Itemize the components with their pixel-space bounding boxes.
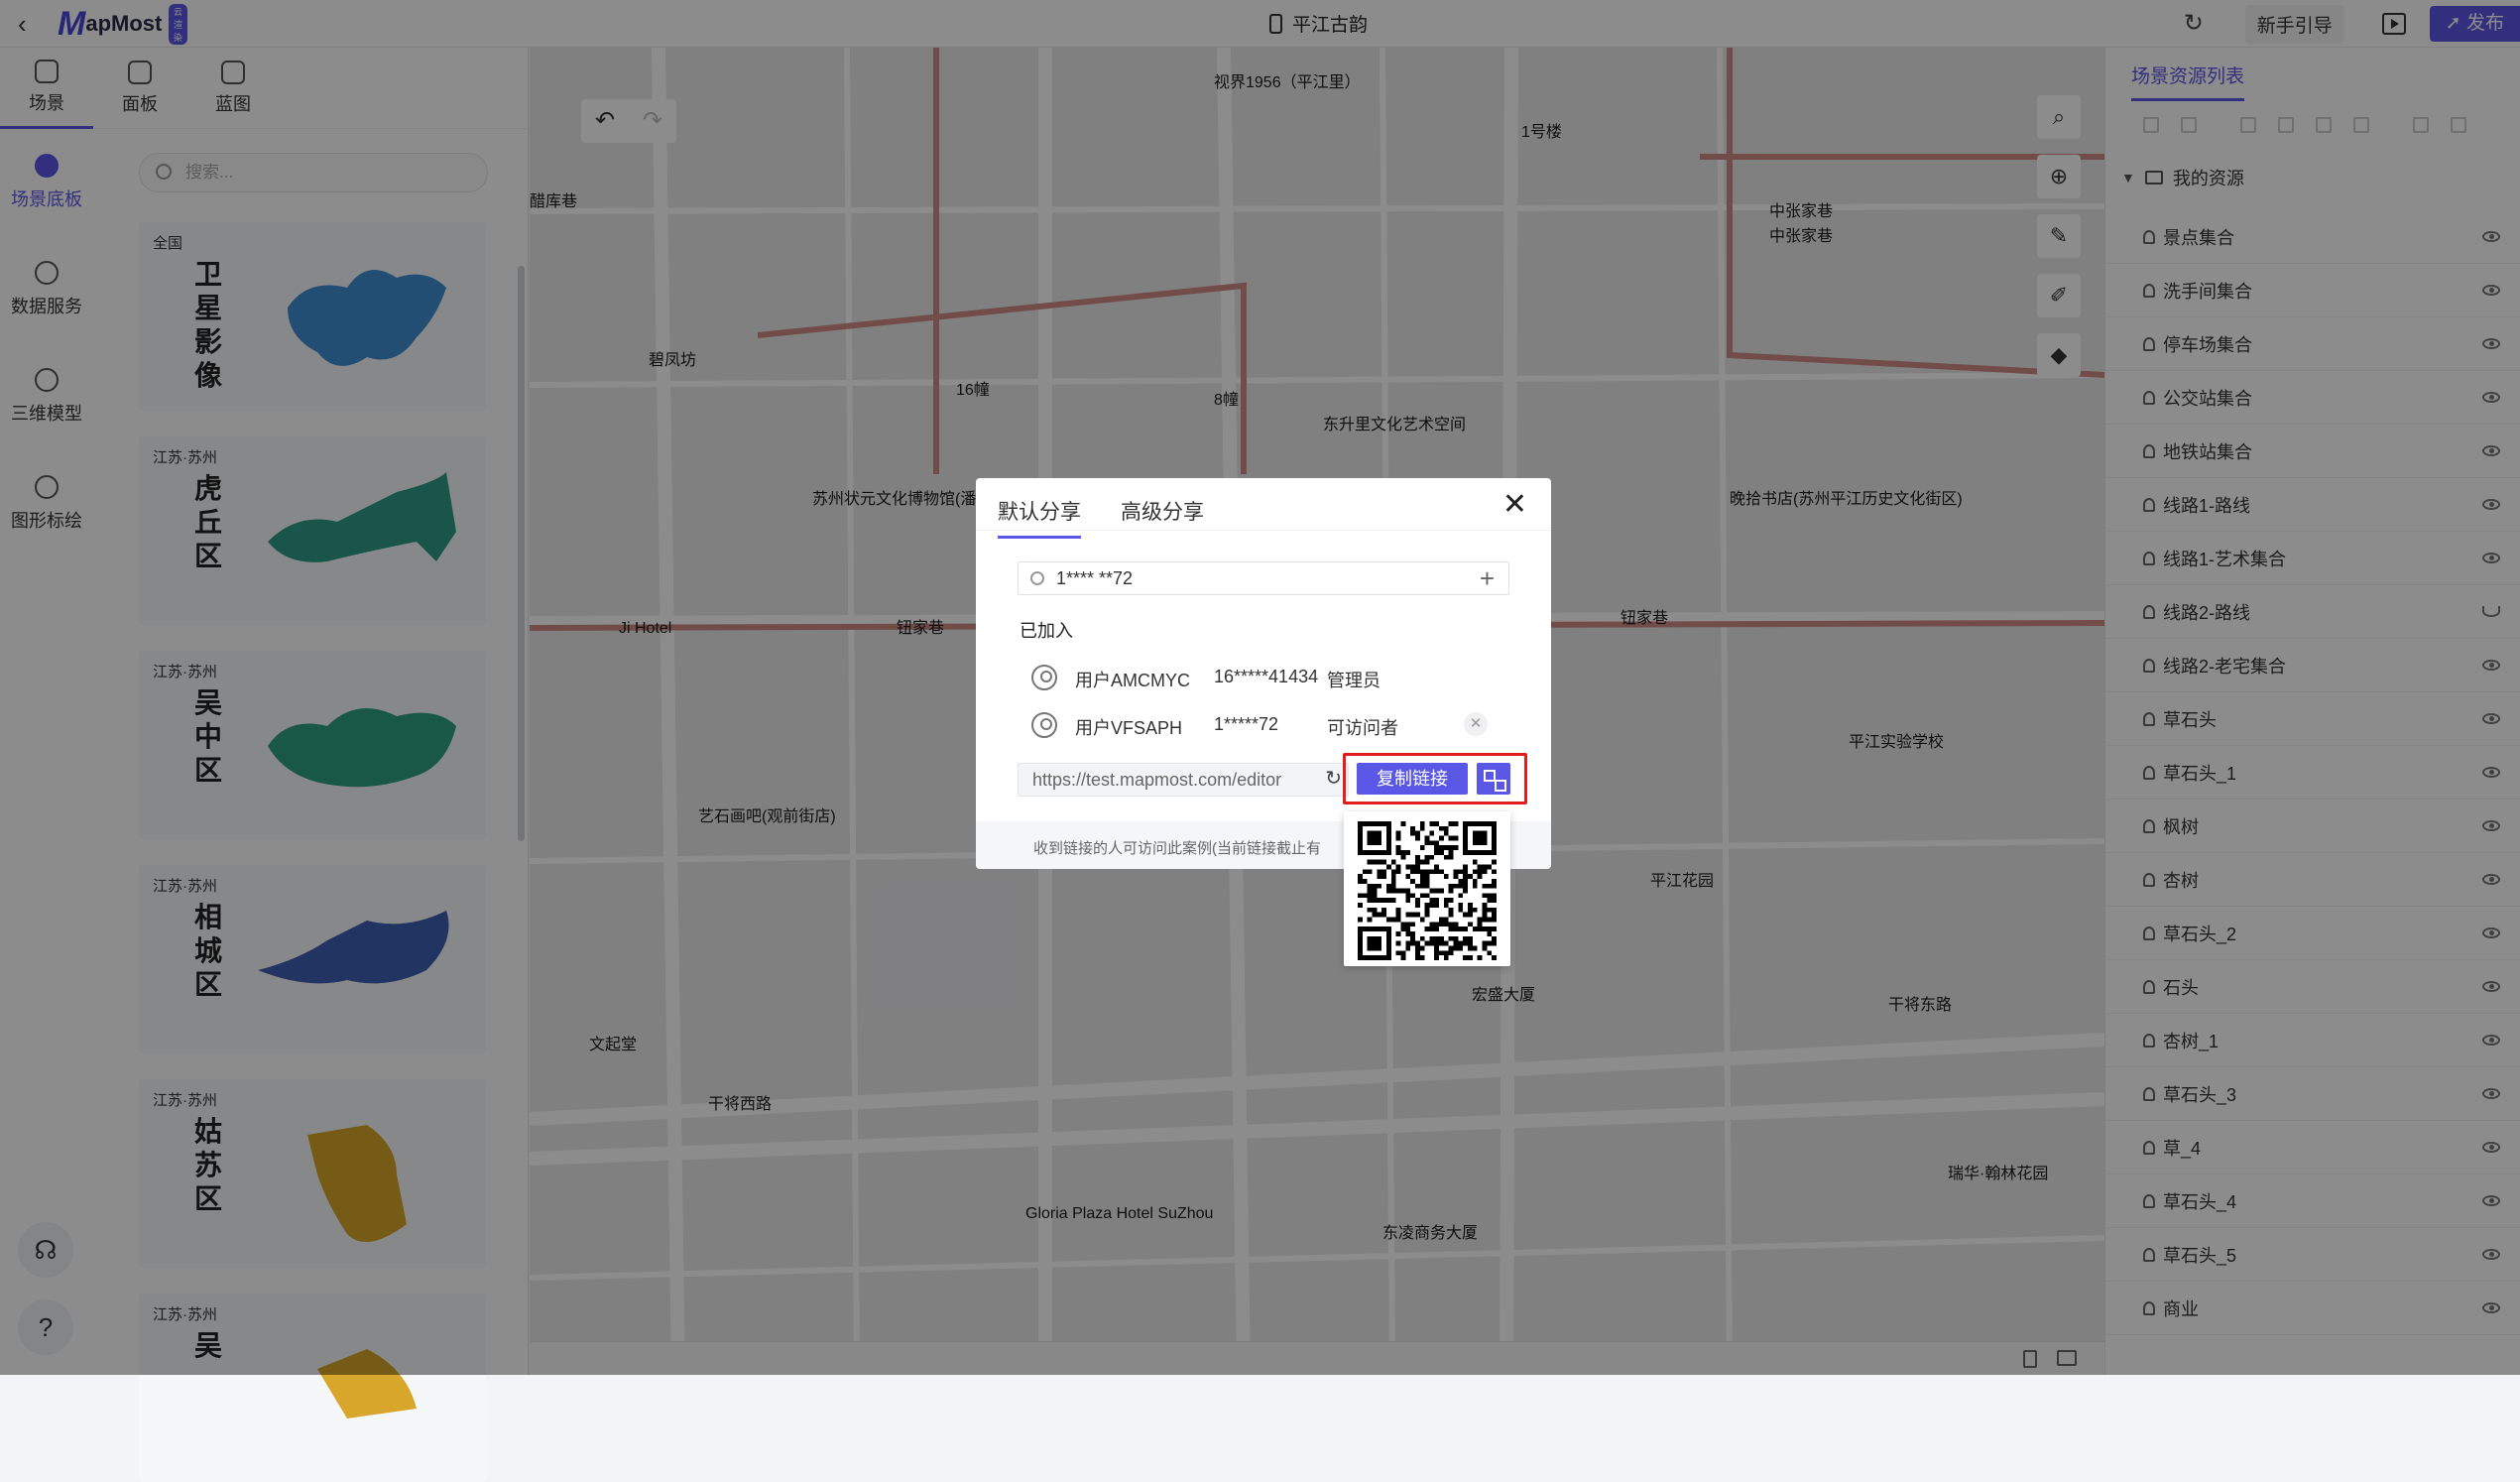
member-row: 用户VFSAPH 1*****72 可访问者 ✕ <box>1031 710 1527 740</box>
member-name: 用户VFSAPH <box>1075 718 1183 738</box>
member-row: 用户AMCMYC 16*****41434 管理员 <box>1031 663 1527 692</box>
user-avatar-icon <box>1031 665 1057 690</box>
qrcode-image <box>1358 821 1497 960</box>
close-icon[interactable]: ✕ <box>1502 490 1527 520</box>
refresh-link-icon[interactable]: ↻ <box>1325 766 1342 791</box>
tab-advanced-share[interactable]: 高级分享 <box>1121 488 1204 539</box>
share-dialog: 默认分享 高级分享 ✕ + 已加入 用户AMCMYC 16*****41434 … <box>976 478 1551 869</box>
share-tabs: 默认分享 高级分享 <box>998 488 1204 539</box>
joined-label: 已加入 <box>1020 621 1073 641</box>
member-phone: 16*****41434 <box>1214 667 1319 686</box>
member-phone: 1*****72 <box>1214 714 1279 734</box>
tab-default-share[interactable]: 默认分享 <box>998 488 1081 539</box>
footer-text: 收到链接的人可访问此案例(当前链接截止有 <box>1033 840 1321 857</box>
qrcode-icon[interactable] <box>1477 763 1510 795</box>
divider <box>976 530 1551 531</box>
member-role[interactable]: 可访问者 <box>1327 714 1398 740</box>
share-link-input[interactable] <box>1032 764 1310 796</box>
user-search-input[interactable] <box>1056 562 1453 594</box>
copy-link-button[interactable]: 复制链接 <box>1357 763 1468 795</box>
search-icon <box>1030 571 1044 585</box>
member-name: 用户AMCMYC <box>1075 671 1190 690</box>
remove-member-icon[interactable]: ✕ <box>1464 712 1488 736</box>
user-search-box: + <box>1018 561 1509 595</box>
add-user-icon[interactable]: + <box>1480 564 1495 592</box>
member-role: 管理员 <box>1327 671 1380 690</box>
share-link-box: ↻ <box>1018 763 1349 797</box>
qrcode-popover <box>1344 811 1510 966</box>
user-avatar-icon <box>1031 712 1057 738</box>
